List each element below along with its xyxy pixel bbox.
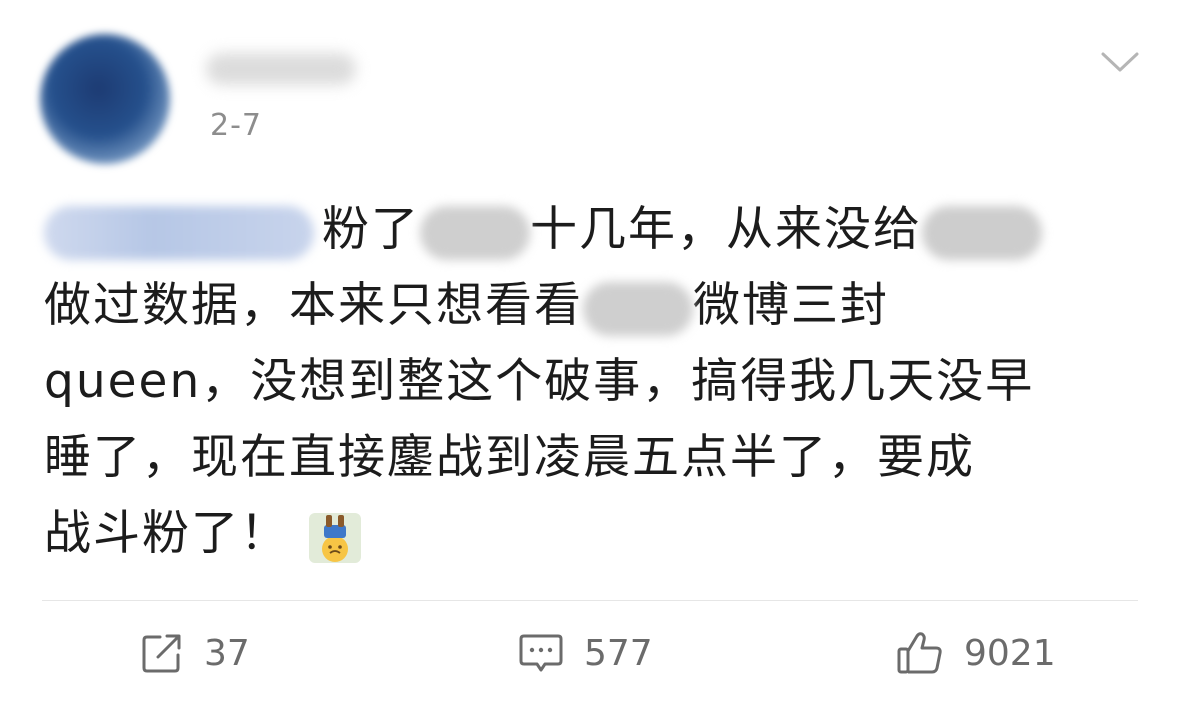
username-redacted[interactable] [206, 53, 356, 85]
divider [42, 600, 1138, 601]
content-text: 做过数据，本来只想看看 [44, 278, 583, 333]
content-text: 战斗粉了！ [44, 506, 289, 561]
content-line-4: 睡了，现在直接鏖战到凌晨五点半了，要成 [44, 430, 975, 485]
post-content: 粉了 十几年，从来没给 做过数据，本来只想看看 微博三封 queen，没想到整这个破… [44, 192, 1144, 572]
name-redacted [583, 281, 693, 336]
comment-button[interactable]: 577 [518, 630, 653, 676]
thumbs-up-icon [897, 632, 942, 674]
repost-icon [142, 634, 181, 673]
comment-icon [519, 634, 563, 672]
post-date: 2-7 [210, 108, 262, 143]
repost-count: 37 [204, 632, 250, 674]
content-text: 微博三封 [693, 278, 889, 333]
comment-count: 577 [584, 632, 653, 674]
content-line-3: queen，没想到整这个破事，搞得我几天没早 [44, 354, 1035, 409]
content-text: 十几年，从来没给 [530, 202, 922, 257]
content-line-5: 战斗粉了！ [44, 496, 1144, 572]
content-text: 粉了 [322, 202, 420, 257]
chevron-down-icon[interactable] [1100, 46, 1140, 76]
like-count: 9021 [964, 632, 1056, 674]
like-button[interactable]: 9021 [896, 630, 1056, 676]
upside-down-emoji-icon [309, 512, 361, 563]
repost-button[interactable]: 37 [140, 630, 250, 676]
content-line-2: 做过数据，本来只想看看 微博三封 [44, 268, 1144, 344]
hashtag-redacted[interactable] [44, 205, 314, 260]
name-redacted [420, 205, 530, 260]
name-redacted [922, 205, 1042, 260]
avatar[interactable] [40, 34, 170, 164]
content-line-1: 粉了 十几年，从来没给 [44, 192, 1144, 268]
